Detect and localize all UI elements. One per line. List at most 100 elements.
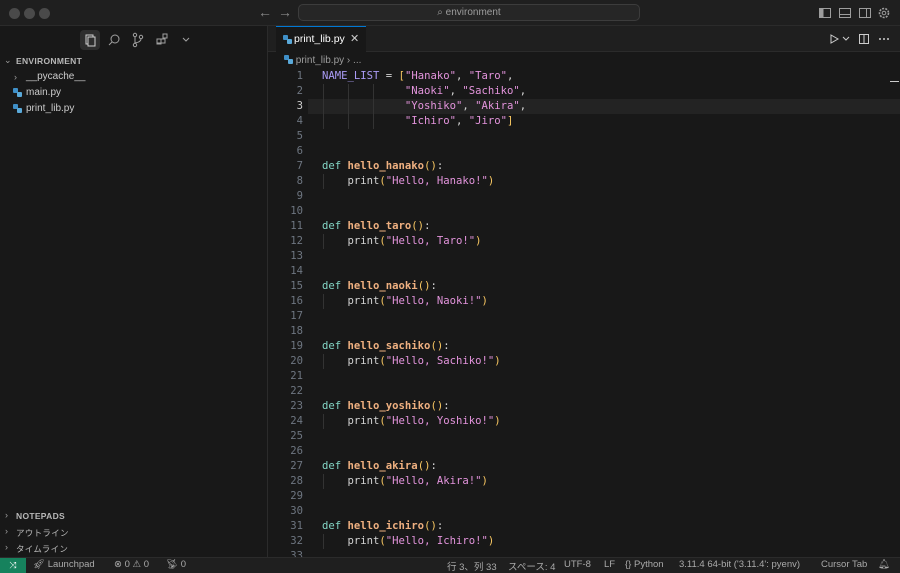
outline-section-header[interactable]: › アウトライン [0,525,267,539]
code-token: "Yoshiko" [404,100,463,112]
code-token: "Hello, Akira!" [385,475,482,487]
line-number: 11 [290,220,303,232]
toggle-sidebar-icon[interactable] [818,6,832,20]
tree-item-main-py[interactable]: main.py [0,85,267,101]
breadcrumb-symbols[interactable]: ... [353,55,361,66]
explorer-tool-button[interactable] [80,30,100,50]
code-line[interactable]: 12 print("Hello, Taro!") [268,234,900,249]
source-control-tool-button[interactable] [128,30,148,50]
close-window-button[interactable] [9,8,20,19]
code-line[interactable]: 5 [268,129,900,144]
code-line[interactable]: 29 [268,489,900,504]
cursor-tab[interactable]: Cursor Tab [821,559,867,570]
line-number: 8 [296,175,303,187]
code-line[interactable]: 10 [268,204,900,219]
search-tool-button[interactable] [104,30,124,50]
code-line[interactable]: 31 def hello_ichiro(): [268,519,900,534]
code-text: print("Hello, Hanako!") [322,174,495,189]
code-text: def hello_akira(): [322,459,437,474]
code-line[interactable]: 23 def hello_yoshiko(): [268,399,900,414]
remote-icon: ⤨ [9,560,17,570]
notepads-section-header[interactable]: › NOTEPADS [0,509,267,523]
code-line[interactable]: 13 [268,249,900,264]
code-line[interactable]: 4 "Ichiro", "Jiro"] [268,114,900,129]
code-line[interactable]: 8 print("Hello, Hanako!") [268,174,900,189]
code-line[interactable]: 16 print("Hello, Naoki!") [268,294,900,309]
python-interpreter[interactable]: 3.11.4 64-bit ('3.11.4': pyenv) [679,559,800,570]
close-icon[interactable]: ✕ [350,27,359,51]
code-line[interactable]: 22 [268,384,900,399]
code-line[interactable]: 14 [268,264,900,279]
timeline-section-header[interactable]: › タイムライン [0,541,267,555]
python-file-icon [13,104,22,113]
language-mode[interactable]: {} Python [625,559,664,570]
tab-print-lib-py[interactable]: print_lib.py ✕ [276,26,366,52]
line-number: 2 [296,85,303,97]
code-line[interactable]: 26 [268,444,900,459]
end-of-line[interactable]: LF [604,559,615,570]
files-icon [85,34,96,47]
gear-icon[interactable] [877,6,891,20]
code-line[interactable]: 2 "Naoki", "Sachiko", [268,84,900,99]
breadcrumb-file[interactable]: print_lib.py [296,55,344,66]
code-line[interactable]: 27 def hello_akira(): [268,459,900,474]
tree-item-print-lib-py[interactable]: print_lib.py [0,101,267,117]
ports-item[interactable]: 📡︎ 0 [166,559,186,570]
chevron-down-icon[interactable] [842,34,850,44]
split-editor-icon[interactable] [858,33,870,45]
code-line[interactable]: 7 def hello_hanako(): [268,159,900,174]
bell-icon[interactable]: 🔔︎ [878,559,890,570]
indentation[interactable]: スペース: 4 [508,559,555,573]
forward-arrow-icon[interactable]: → [278,4,292,20]
code-line[interactable]: 21 [268,369,900,384]
cursor-position[interactable]: 行 3、列 33 [447,559,497,573]
launchpad-item[interactable]: 🚀︎ Launchpad [33,559,95,570]
code-line[interactable]: 9 [268,189,900,204]
more-actions-icon[interactable] [878,33,890,45]
extensions-tool-button[interactable] [152,30,172,50]
code-token: print [322,475,380,487]
toggle-panel-icon[interactable] [838,6,852,20]
run-icon[interactable] [828,33,840,45]
code-token: , [519,100,527,112]
code-token: ) [494,415,501,427]
tree-item-pycache[interactable]: › __pycache__ [0,69,267,85]
code-line[interactable]: 1 NAME_LIST = ["Hanako", "Taro", [268,69,900,84]
code-line[interactable]: 24 print("Hello, Yoshiko!") [268,414,900,429]
toggle-secondary-sidebar-icon[interactable] [858,6,872,20]
remote-indicator[interactable]: ⤨ [0,558,26,573]
code-line[interactable]: 18 [268,324,900,339]
code-line[interactable]: 15 def hello_naoki(): [268,279,900,294]
encoding[interactable]: UTF-8 [564,559,591,570]
code-line[interactable]: 11 def hello_taro(): [268,219,900,234]
back-arrow-icon[interactable]: ← [258,4,272,20]
code-line[interactable]: 3 "Yoshiko", "Akira", [268,99,900,114]
code-text: NAME_LIST = ["Hanako", "Taro", [322,69,513,84]
line-number: 25 [290,430,303,442]
code-line[interactable]: 17 [268,309,900,324]
command-center-search[interactable]: ⌕ environment [298,4,640,21]
line-number: 32 [290,535,303,547]
problems-item[interactable]: ⊗ 0 ⚠ 0 [114,559,149,570]
code-token: hello_hanako [347,160,425,172]
code-token: () [417,280,431,292]
source-control-icon [132,32,144,48]
code-line[interactable]: 19 def hello_sachiko(): [268,339,900,354]
zoom-window-button[interactable] [39,8,50,19]
explorer-section-header[interactable]: ⌄ ENVIRONMENT [0,55,267,67]
code-line[interactable]: 32 print("Hello, Ichiro!") [268,534,900,549]
editor-area: print_lib.py ✕ print_lib.py › ... 1 NAME_… [268,26,900,562]
code-line[interactable]: 25 [268,429,900,444]
code-line[interactable]: 28 print("Hello, Akira!") [268,474,900,489]
line-number: 17 [290,310,303,322]
more-tools-button[interactable] [176,30,196,50]
code-token: , [507,70,514,82]
code-token: "Hello, Hanako!" [385,175,488,187]
code-line[interactable]: 20 print("Hello, Sachiko!") [268,354,900,369]
code-line[interactable]: 30 [268,504,900,519]
minimize-window-button[interactable] [24,8,35,19]
line-number: 9 [296,190,303,202]
code-line[interactable]: 6 [268,144,900,159]
